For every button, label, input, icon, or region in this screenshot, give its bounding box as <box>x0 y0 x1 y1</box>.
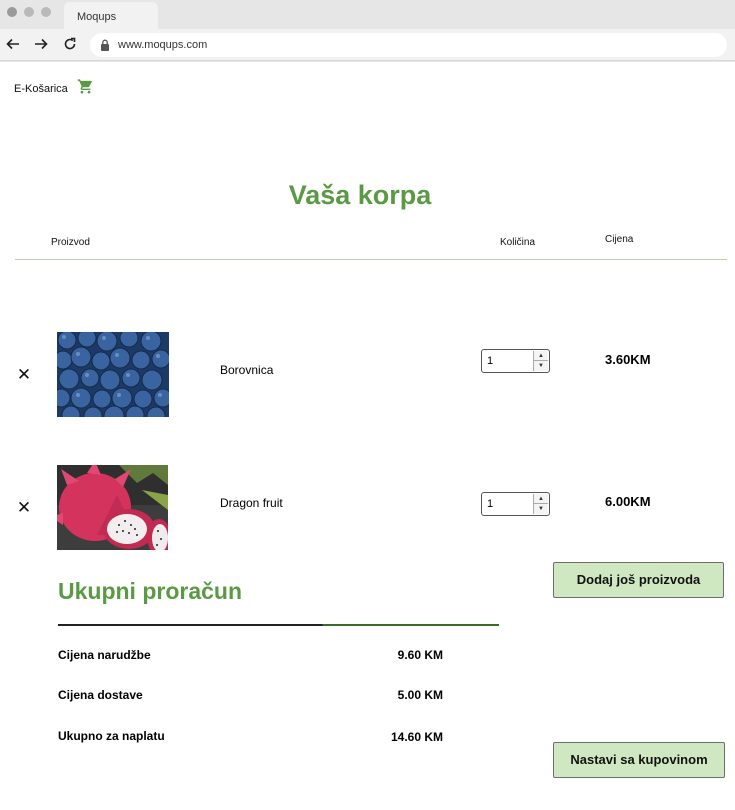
shopping-cart-icon[interactable] <box>77 78 94 95</box>
product-name: Dragon fruit <box>220 496 283 510</box>
product-price: 6.00KM <box>605 494 651 509</box>
remove-item-icon[interactable]: ✕ <box>15 366 33 384</box>
decrement-arrow-icon[interactable]: ▼ <box>534 504 548 514</box>
page-title: Vaša korpa <box>288 180 432 210</box>
summary-title: Ukupni proračun <box>58 578 243 604</box>
column-header-product: Proizvod <box>51 237 90 248</box>
order-price-label: Cijena narudžbe <box>58 648 151 662</box>
quantity-stepper[interactable]: 1 ▲ ▼ <box>481 492 550 516</box>
quantity-value[interactable]: 1 <box>487 355 493 367</box>
continue-shopping-button[interactable]: Nastavi sa kupovinom <box>553 742 725 778</box>
remove-item-icon[interactable]: ✕ <box>15 499 33 517</box>
browser-tab[interactable]: Moqups <box>64 2 158 29</box>
window-close-dot[interactable] <box>7 7 17 17</box>
product-image-dragon-fruit <box>57 465 168 550</box>
browser-chrome: Moqups www.moqups.com <box>0 0 735 62</box>
quantity-value[interactable]: 1 <box>487 498 493 510</box>
stepper-arrows: ▲ ▼ <box>533 494 548 514</box>
add-more-products-button[interactable]: Dodaj još proizvoda <box>553 562 724 598</box>
product-image-blueberries <box>57 332 169 417</box>
column-header-price: Cijena <box>605 234 634 245</box>
decrement-arrow-icon[interactable]: ▼ <box>534 361 548 371</box>
quantity-stepper[interactable]: 1 ▲ ▼ <box>481 349 550 373</box>
back-arrow-icon[interactable] <box>4 35 22 53</box>
total-label: Ukupno za naplatu <box>58 729 165 743</box>
window-minimize-dot[interactable] <box>24 7 34 17</box>
tab-title: Moqups <box>77 11 117 23</box>
brand-name[interactable]: E-Košarica <box>14 83 68 95</box>
url-text: www.moqups.com <box>118 39 208 51</box>
product-name: Borovnica <box>220 363 274 377</box>
stepper-arrows: ▲ ▼ <box>533 351 548 371</box>
summary-divider <box>58 624 499 626</box>
product-price: 3.60KM <box>605 352 651 367</box>
order-price-value: 9.60 KM <box>397 648 443 662</box>
increment-arrow-icon[interactable]: ▲ <box>534 494 548 504</box>
forward-arrow-icon[interactable] <box>32 35 50 53</box>
reload-icon[interactable] <box>61 35 79 53</box>
lock-icon <box>101 39 109 51</box>
column-header-quantity: Količina <box>500 237 536 248</box>
shipping-price-label: Cijena dostave <box>58 688 143 702</box>
browser-toolbar: www.moqups.com <box>0 29 735 61</box>
total-value: 14.60 KM <box>390 730 443 744</box>
address-bar[interactable]: www.moqups.com <box>90 33 727 57</box>
header-divider <box>15 259 727 260</box>
window-maximize-dot[interactable] <box>41 7 51 17</box>
shipping-price-value: 5.00 KM <box>397 688 443 702</box>
increment-arrow-icon[interactable]: ▲ <box>534 351 548 361</box>
